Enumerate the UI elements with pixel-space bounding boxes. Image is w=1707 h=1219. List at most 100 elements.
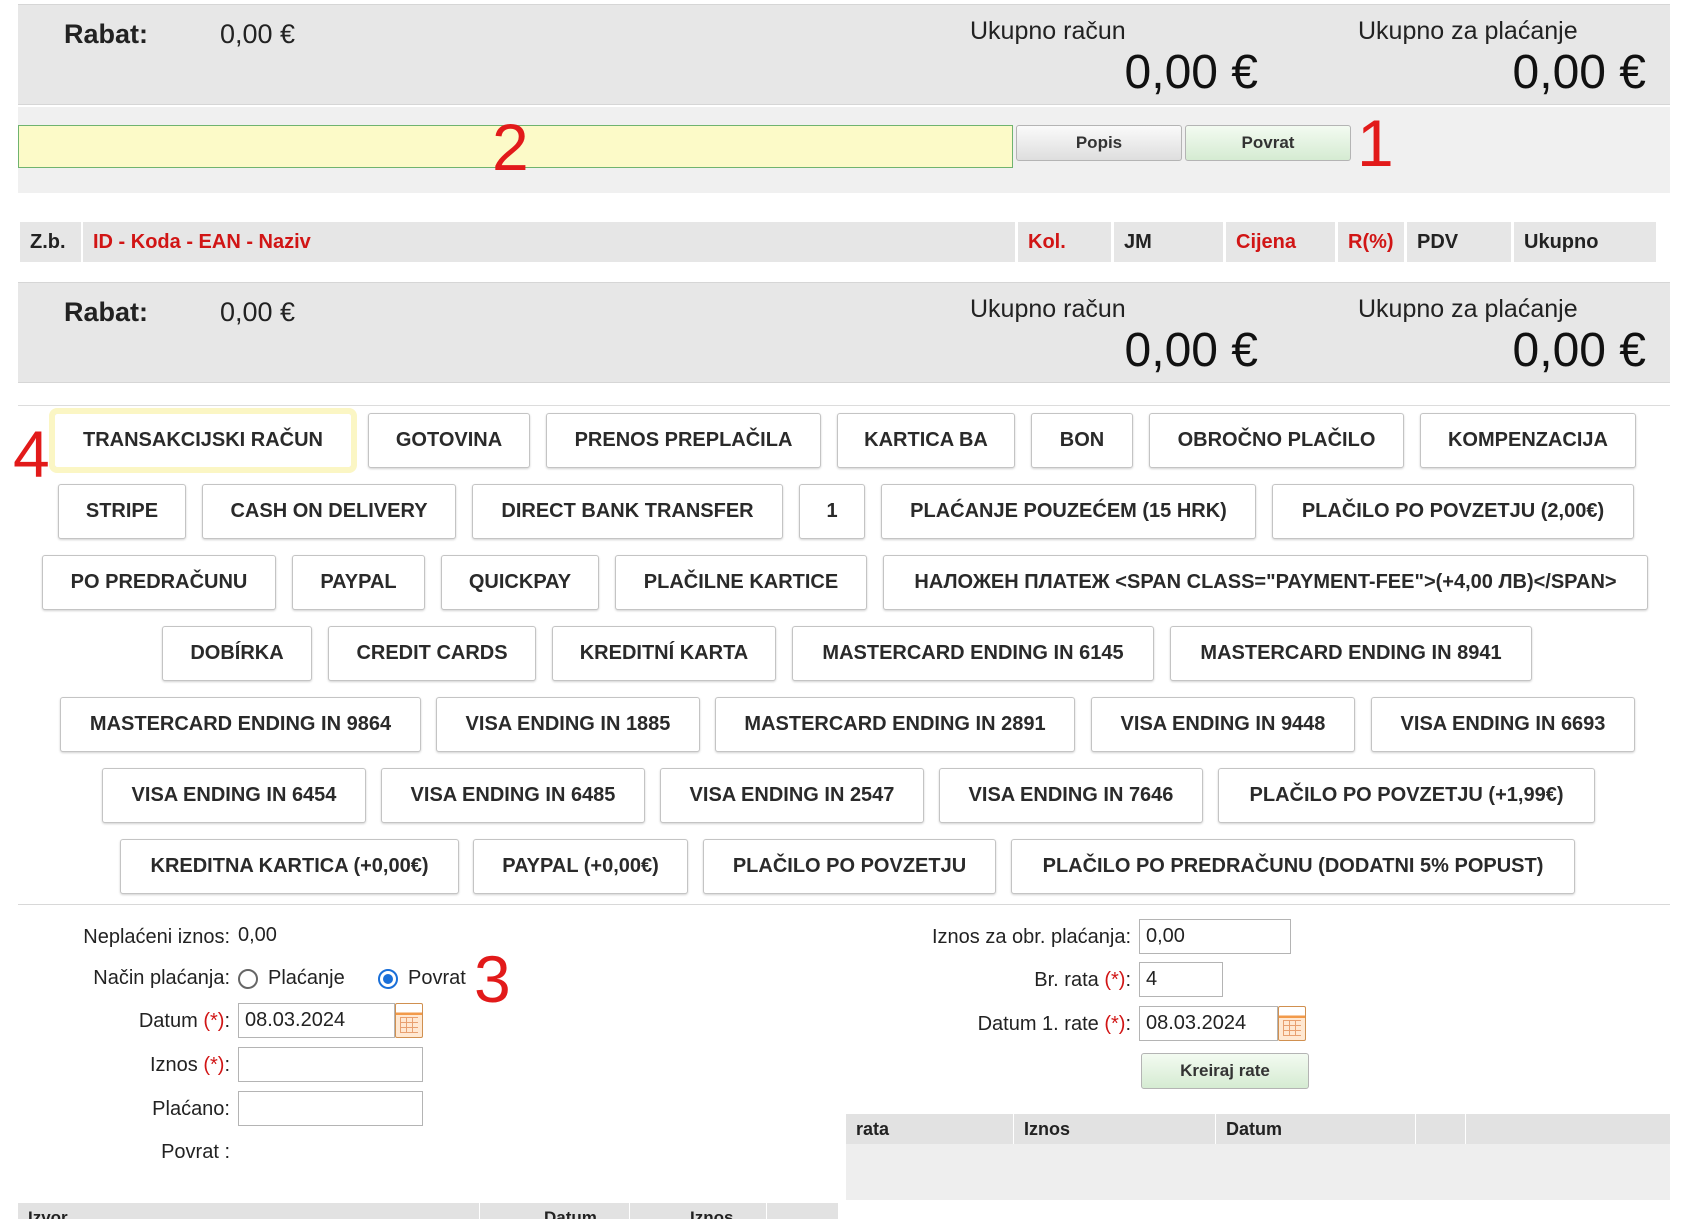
ukupno-racun-value: 0,00 € [1124,46,1258,99]
payment-method-button[interactable]: PLAĆANJE POUZEĆEM (15 HRK) [881,484,1256,539]
items-table-header: Z.b. ID - Koda - EAN - Naziv Kol. JM Cij… [0,222,1707,262]
datum-1-rate-input[interactable] [1139,1006,1278,1041]
payment-method-button[interactable]: CREDIT CARDS [328,626,536,681]
ukupno-racun-value: 0,00 € [1124,324,1258,377]
ukupno-racun-label: Ukupno račun [970,295,1126,323]
payment-method-button[interactable]: VISA ENDING IN 6693 [1371,697,1635,752]
br-rata-label: Br. rata (*): [1034,969,1131,991]
payment-method-button[interactable]: MASTERCARD ENDING IN 6145 [792,626,1154,681]
col-rata: rata [846,1114,1014,1144]
col-empty [767,1203,839,1219]
datum-input[interactable] [238,1003,395,1038]
payment-method-button[interactable]: PO PREDRAČUNU [42,555,276,610]
payment-method-button[interactable]: PLAČILO PO POVZETJU [703,839,996,894]
neplaceni-iznos-label: Neplaćeni iznos: [83,926,230,948]
neplaceni-iznos-value: 0,00 [238,924,277,946]
nacin-placanja-label: Način plaćanja: [93,967,230,989]
radio-placanje[interactable] [238,968,258,989]
payment-method-button[interactable]: GOTOVINA [368,413,530,468]
payment-method-button[interactable]: VISA ENDING IN 6485 [381,768,645,823]
payment-method-button[interactable]: НАЛОЖЕН ПЛАТЕЖ <SPAN CLASS="PAYMENT-FEE"… [883,555,1648,610]
payment-method-button[interactable]: VISA ENDING IN 1885 [436,697,700,752]
col-cijena: Cijena [1226,222,1335,262]
payment-method-button[interactable]: PLAČILO PO POVZETJU (+1,99€) [1218,768,1595,823]
payment-method-button[interactable]: PLAČILNE KARTICE [615,555,867,610]
iznos-label: Iznos (*): [149,1054,230,1076]
installments-table: rata Iznos Datum [846,1114,1670,1200]
payment-method-button[interactable]: CASH ON DELIVERY [202,484,456,539]
datum-1-rate-label: Datum 1. rate (*): [977,1013,1131,1035]
payment-method-button[interactable]: DIRECT BANK TRANSFER [472,484,783,539]
calendar-icon[interactable] [395,1003,423,1038]
ukupno-racun-label: Ukupno račun [970,17,1126,45]
payment-method-button[interactable]: KARTICA BA [837,413,1015,468]
payment-method-button[interactable]: KREDITNÍ KARTA [552,626,776,681]
payment-method-button[interactable]: BON [1031,413,1133,468]
ukupno-placanje-label: Ukupno za plaćanje [1358,17,1578,45]
payment-method-button[interactable]: TRANSAKCIJSKI RAČUN [49,408,357,473]
radio-placanje-label: Plaćanje [268,967,345,989]
br-rata-input[interactable] [1139,962,1223,997]
payment-method-button[interactable]: MASTERCARD ENDING IN 2891 [715,697,1075,752]
povrat-button[interactable]: Povrat [1185,125,1351,161]
popis-button[interactable]: Popis [1016,125,1182,161]
col-datum: Datum [1216,1114,1416,1144]
payment-method-button[interactable]: PAYPAL [292,555,425,610]
rabat-label: Rabat: [64,297,149,327]
payment-method-button[interactable]: QUICKPAY [441,555,599,610]
payment-method-button[interactable]: STRIPE [58,484,186,539]
col-id-koda-ean-naziv: ID - Koda - EAN - Naziv [83,222,1015,262]
calendar-icon[interactable] [1278,1006,1306,1041]
col-pdv: PDV [1407,222,1511,262]
payment-method-button[interactable]: 1 [799,484,865,539]
payment-method-button[interactable]: PLAČILO PO POVZETJU (2,00€) [1272,484,1634,539]
annotation-1: 1 [1357,106,1394,180]
col-kol: Kol. [1018,222,1111,262]
iznos-obr-placanja-label: Iznos za obr. plaćanja: [931,926,1131,948]
rabat-value: 0,00 € [220,297,296,327]
rabat-label: Rabat: [64,19,149,49]
payment-method-button[interactable]: MASTERCARD ENDING IN 9864 [60,697,421,752]
col-datum: Datum [480,1203,630,1219]
totals-panel-top: Rabat: 0,00 € Ukupno račun Ukupno za pla… [18,4,1670,105]
payment-method-button[interactable]: KREDITNA KARTICA (+0,00€) [120,839,459,894]
radio-povrat-option[interactable]: Povrat [378,967,466,990]
payment-method-button[interactable]: PLAČILO PO PREDRAČUNU (DODATNI 5% POPUST… [1011,839,1575,894]
payment-method-button[interactable]: VISA ENDING IN 6454 [102,768,366,823]
col-zb: Z.b. [20,222,81,262]
payment-method-button[interactable]: OBROČNO PLAČILO [1149,413,1404,468]
iznos-input[interactable] [238,1047,423,1082]
col-jm: JM [1114,222,1223,262]
annotation-2: 2 [492,110,529,184]
radio-povrat-label: Povrat [408,967,466,989]
payment-method-button[interactable]: VISA ENDING IN 7646 [939,768,1203,823]
datum-label: Datum (*): [138,1010,230,1032]
payment-method-button[interactable]: VISA ENDING IN 2547 [660,768,924,823]
radio-placanje-option[interactable]: Plaćanje [238,967,345,990]
payment-method-button[interactable]: MASTERCARD ENDING IN 8941 [1170,626,1532,681]
col-iznos: Iznos [630,1203,767,1219]
payment-method-button[interactable]: KOMPENZACIJA [1420,413,1636,468]
payment-method-button[interactable]: DOBÍRKA [162,626,312,681]
ukupno-placanje-label: Ukupno za plaćanje [1358,295,1578,323]
radio-povrat[interactable] [378,968,398,989]
totals-panel-bottom: Rabat: 0,00 € Ukupno račun Ukupno za pla… [18,282,1670,383]
col-empty-1 [1416,1114,1466,1144]
placano-input[interactable] [238,1091,423,1126]
col-empty-2 [1466,1114,1670,1144]
placano-label: Plaćano: [152,1098,230,1120]
iznos-obr-placanja-input[interactable] [1139,919,1291,954]
ukupno-placanje-value: 0,00 € [1512,46,1646,99]
col-ukupno: Ukupno [1514,222,1656,262]
payment-method-button[interactable]: PRENOS PREPLAČILA [546,413,821,468]
col-rabat-pct: R(%) [1338,222,1404,262]
col-izvor: Izvor [18,1203,480,1219]
payment-method-button[interactable]: VISA ENDING IN 9448 [1091,697,1355,752]
annotation-3: 3 [474,942,511,1016]
ukupno-placanje-value: 0,00 € [1512,324,1646,377]
kreiraj-rate-button[interactable]: Kreiraj rate [1141,1053,1309,1089]
annotation-4: 4 [13,417,50,491]
rabat-value: 0,00 € [220,19,296,49]
payment-method-button[interactable]: PAYPAL (+0,00€) [473,839,688,894]
povrat-amount-label: Povrat : [161,1141,230,1163]
